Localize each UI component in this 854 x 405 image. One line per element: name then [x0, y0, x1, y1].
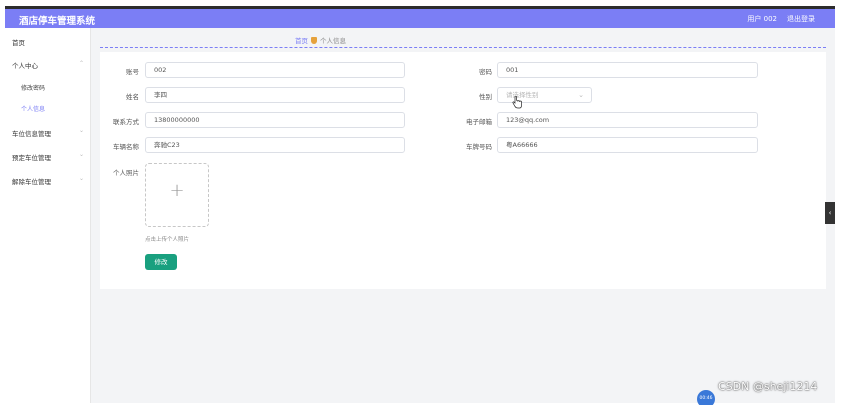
chevron-down-icon: ⌄: [79, 127, 85, 134]
sidebar-item-home[interactable]: 首页: [12, 37, 25, 47]
vehicle-field[interactable]: 奔驰C23: [145, 137, 405, 153]
name-field[interactable]: 李四: [145, 87, 405, 103]
gender-select-placeholder: 请选择性别: [506, 91, 539, 99]
chevron-down-icon: ⌄: [578, 91, 584, 99]
contact-label: 联系方式: [113, 118, 139, 126]
timer-badge: 00:46: [697, 390, 715, 405]
upload-tip: 点击上传个人照片: [145, 237, 190, 243]
account-field[interactable]: 002: [145, 62, 405, 78]
logout-link[interactable]: 退出登录: [787, 14, 815, 24]
chevron-up-icon: ⌃: [79, 60, 85, 67]
submit-button[interactable]: 修改: [145, 254, 177, 270]
app-title: 酒店停车管理系统: [19, 16, 96, 27]
sidebar: 首页 个人中心 ⌃ 修改密码 个人信息 车位信息管理 ⌄ 预定车位管理 ⌄ 解除…: [5, 28, 91, 403]
photo-label: 个人照片: [113, 169, 139, 177]
sidebar-item-parking-info[interactable]: 车位信息管理: [12, 128, 51, 138]
contact-field[interactable]: 13800000000: [145, 112, 405, 128]
name-label: 姓名: [126, 93, 139, 101]
sidebar-item-reserve-parking[interactable]: 预定车位管理: [12, 152, 51, 162]
collapse-tab-icon[interactable]: ‹: [825, 202, 835, 224]
hand-cursor-icon: [512, 96, 522, 109]
watermark-text: CSDN @sheji1214: [718, 380, 818, 393]
breadcrumb-divider: [100, 47, 826, 48]
sidebar-item-personal-center[interactable]: 个人中心: [12, 60, 38, 70]
current-user: 用户 002: [747, 15, 777, 23]
breadcrumb-current: 个人信息: [320, 37, 346, 45]
sidebar-item-release-parking[interactable]: 解除车位管理: [12, 176, 51, 186]
sidebar-item-personal-info[interactable]: 个人信息: [21, 104, 45, 113]
photo-upload[interactable]: +: [145, 163, 209, 227]
password-label: 密码: [479, 68, 492, 76]
app-header: 酒店停车管理系统 用户 002 退出登录: [5, 9, 835, 28]
plate-label: 车牌号码: [466, 143, 492, 151]
email-label: 电子邮箱: [466, 118, 492, 126]
chevron-down-icon: ⌄: [79, 175, 85, 182]
email-field[interactable]: 123@qq.com: [497, 112, 758, 128]
breadcrumb-separator-icon: [311, 37, 317, 44]
plate-field[interactable]: 粤A66666: [497, 137, 758, 153]
sidebar-item-change-password[interactable]: 修改密码: [21, 83, 45, 92]
chevron-down-icon: ⌄: [79, 151, 85, 158]
breadcrumb: 首页 个人信息: [295, 35, 346, 45]
vehicle-label: 车辆名称: [113, 143, 139, 151]
gender-label: 性别: [479, 93, 492, 101]
password-field[interactable]: 001: [497, 62, 758, 78]
account-label: 账号: [126, 68, 139, 76]
breadcrumb-home[interactable]: 首页: [295, 37, 308, 45]
plus-icon: +: [169, 180, 185, 201]
